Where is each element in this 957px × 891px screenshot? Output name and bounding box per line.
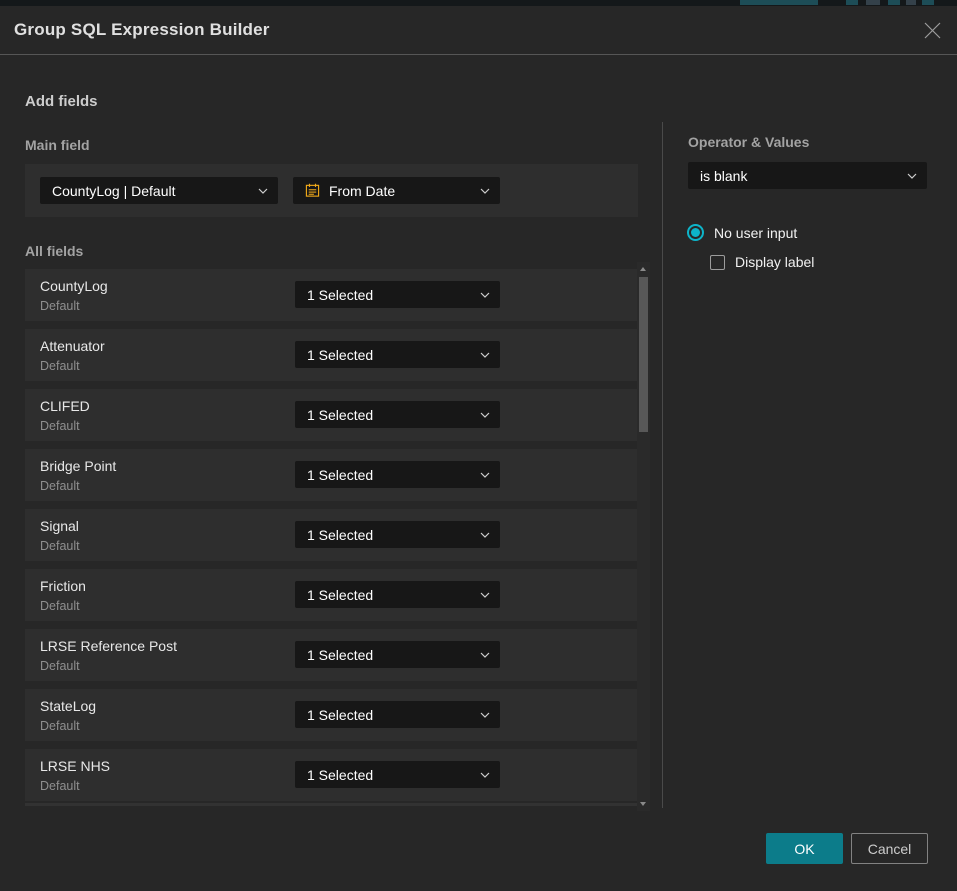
background-fragment [740,0,818,5]
field-selection-dropdown[interactable]: 1 Selected [295,281,500,308]
background-fragment [922,0,934,5]
fields-list-scrollbar[interactable] [637,262,650,811]
close-button[interactable] [919,17,945,43]
scrollbar-thumb[interactable] [639,277,648,432]
dialog-title-bar: Group SQL Expression Builder [0,6,957,55]
operator-dropdown[interactable]: is blank [688,162,927,189]
display-label-checkbox[interactable]: Display label [710,254,814,270]
main-field-heading: Main field [25,137,90,153]
field-subtitle: Default [40,359,80,373]
field-name: CountyLog [40,278,108,294]
field-selection-value: 1 Selected [307,647,474,663]
chevron-down-icon [480,188,490,194]
field-name: StateLog [40,698,96,714]
radio-label: No user input [714,225,797,241]
background-fragment [906,0,916,5]
field-name: Signal [40,518,79,534]
scroll-up-arrow-icon[interactable] [640,267,646,271]
cancel-button[interactable]: Cancel [851,833,928,864]
chevron-down-icon [480,592,490,598]
field-row: LRSE NHS Default 1 Selected [25,749,638,801]
field-row: Friction Default 1 Selected [25,569,638,621]
chevron-down-icon [907,173,917,179]
field-selection-dropdown[interactable]: 1 Selected [295,701,500,728]
chevron-down-icon [480,772,490,778]
field-subtitle: Default [40,479,80,493]
background-fragment [866,0,880,5]
field-selection-value: 1 Selected [307,587,474,603]
field-selection-value: 1 Selected [307,527,474,543]
field-selection-value: 1 Selected [307,467,474,483]
operator-values-heading: Operator & Values [688,134,809,150]
field-selection-dropdown[interactable]: 1 Selected [295,341,500,368]
field-row: Bridge Point Default 1 Selected [25,449,638,501]
chevron-down-icon [480,712,490,718]
dialog-title: Group SQL Expression Builder [14,20,270,40]
background-fragment [888,0,900,5]
field-name: Friction [40,578,86,594]
add-fields-heading: Add fields [25,93,98,110]
no-user-input-radio[interactable]: No user input [687,224,797,241]
field-name: Attenuator [40,338,105,354]
chevron-down-icon [480,412,490,418]
field-row: CLIFED Default 1 Selected [25,389,638,441]
field-selection-value: 1 Selected [307,767,474,783]
panel-divider [662,122,663,808]
field-row: Attenuator Default 1 Selected [25,329,638,381]
main-field-source-value: CountyLog | Default [52,183,252,199]
field-row: Signal Default 1 Selected [25,509,638,561]
field-selection-value: 1 Selected [307,287,474,303]
ok-button[interactable]: OK [766,833,843,864]
radio-selected-icon [687,224,704,241]
checkbox-label: Display label [735,254,814,270]
all-fields-list: CountyLog Default 1 Selected Attenuator … [25,269,638,809]
chevron-down-icon [480,292,490,298]
field-row: CountyLog Default 1 Selected [25,269,638,321]
field-selection-dropdown[interactable]: 1 Selected [295,461,500,488]
field-name: CLIFED [40,398,90,414]
field-row: LRSE Reference Post Default 1 Selected [25,629,638,681]
field-selection-value: 1 Selected [307,707,474,723]
field-name: LRSE NHS [40,758,110,774]
checkbox-unchecked-icon [710,255,725,270]
main-field-field-value: From Date [329,183,474,199]
field-selection-dropdown[interactable]: 1 Selected [295,641,500,668]
field-selection-value: 1 Selected [307,347,474,363]
chevron-down-icon [480,532,490,538]
field-subtitle: Default [40,719,80,733]
field-subtitle: Default [40,299,80,313]
field-selection-dropdown[interactable]: 1 Selected [295,521,500,548]
field-subtitle: Default [40,779,80,793]
field-subtitle: Default [40,419,80,433]
chevron-down-icon [480,472,490,478]
operator-value: is blank [700,168,901,184]
calendar-icon [305,183,320,198]
field-selection-dropdown[interactable]: 1 Selected [295,761,500,788]
field-name: LRSE Reference Post [40,638,177,654]
main-field-source-dropdown[interactable]: CountyLog | Default [40,177,278,204]
field-name: Bridge Point [40,458,116,474]
sql-expression-builder-dialog: Group SQL Expression Builder Add fields … [0,6,957,891]
main-field-panel: CountyLog | Default From Date [25,164,638,217]
scroll-down-arrow-icon[interactable] [640,802,646,806]
main-field-field-dropdown[interactable]: From Date [293,177,500,204]
all-fields-heading: All fields [25,243,83,259]
close-icon [923,21,942,40]
partially-visible-row [25,803,638,806]
field-selection-value: 1 Selected [307,407,474,423]
chevron-down-icon [480,652,490,658]
field-selection-dropdown[interactable]: 1 Selected [295,581,500,608]
chevron-down-icon [258,188,268,194]
field-selection-dropdown[interactable]: 1 Selected [295,401,500,428]
field-subtitle: Default [40,599,80,613]
field-subtitle: Default [40,659,80,673]
background-fragment [846,0,858,5]
field-row: StateLog Default 1 Selected [25,689,638,741]
field-subtitle: Default [40,539,80,553]
chevron-down-icon [480,352,490,358]
